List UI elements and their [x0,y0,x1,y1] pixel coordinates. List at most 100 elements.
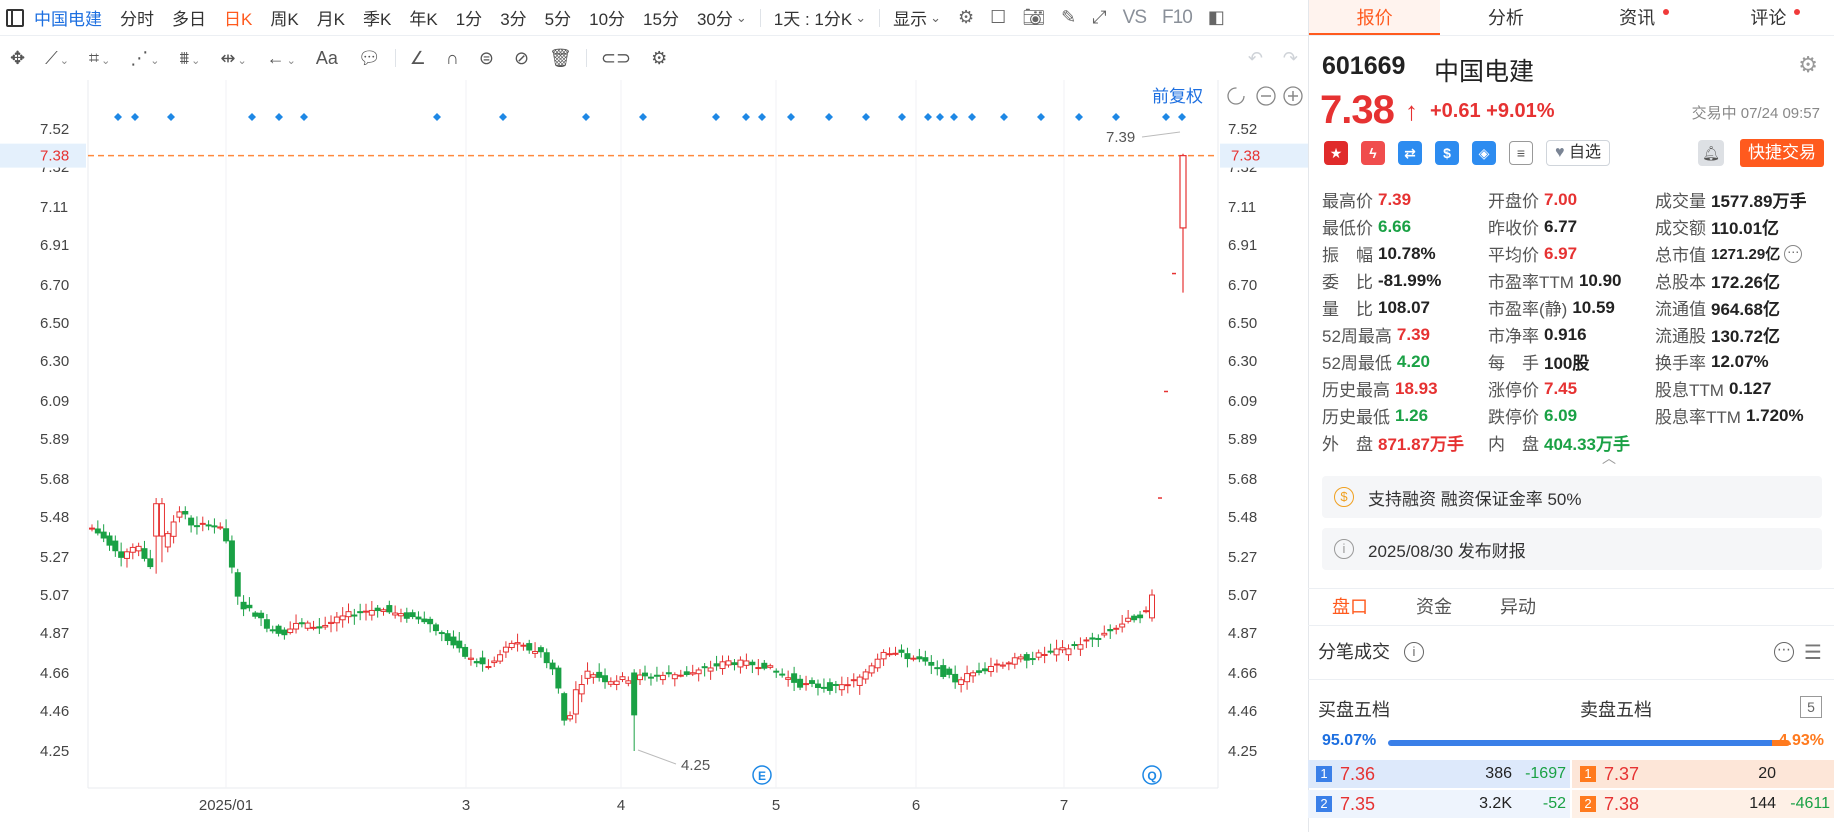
earnings-notice[interactable]: i 2025/08/30 发布财报 [1322,528,1822,570]
magnet-tool-icon[interactable]: ∩ [436,48,469,69]
period-tab-monthly[interactable]: 月K [308,5,354,30]
event-diamond-marker[interactable] [300,113,308,121]
hide-tool-icon[interactable]: ⊘ [504,48,539,69]
event-diamond-marker[interactable] [1037,113,1045,121]
lightning-icon[interactable]: ϟ [1361,141,1385,165]
event-diamond-marker[interactable] [1075,113,1083,121]
period-tab-5min[interactable]: 5分 [536,5,580,30]
adjust-mode-button[interactable]: 前复权 [1152,87,1203,106]
china-flag-icon[interactable]: ★ [1324,141,1348,165]
tool-settings-icon[interactable]: ⚙ [641,48,677,69]
f10-button[interactable]: F10 [1154,7,1200,29]
event-diamond-marker[interactable] [1112,113,1120,121]
kline-chart-area[interactable]: 2025/01345677.527.527.327.327.117.116.91… [0,80,1308,832]
symbol-name[interactable]: 中国电建 [32,5,111,30]
event-diamond-marker[interactable] [131,113,139,121]
event-diamond-marker[interactable] [787,113,795,121]
period-tab-10min[interactable]: 10分 [580,5,634,30]
more-icon[interactable]: ⋯ [1784,244,1803,263]
event-diamond-marker[interactable] [742,113,750,121]
text-tool-icon[interactable]: Aa [306,48,348,69]
tab-news[interactable]: 资讯 [1572,0,1703,35]
info-icon[interactable]: i [1404,642,1424,662]
event-diamond-marker[interactable] [582,113,590,121]
period-tab-3min[interactable]: 3分 [491,5,535,30]
period-tab-15min[interactable]: 15分 [634,5,688,30]
depth-selector[interactable]: 5 [1800,696,1822,718]
pencil-icon[interactable]: ✎ [1053,7,1084,28]
event-diamond-marker[interactable] [898,113,906,121]
subtab-handicap[interactable]: 盘口 [1308,589,1392,625]
bid-level[interactable]: 2 7.35 3.2K -52 [1308,790,1570,818]
fullscreen-icon[interactable]: ⤢ [1084,7,1114,28]
quick-trade-button[interactable]: 快捷交易 [1740,139,1824,167]
kline-chart[interactable]: 2025/01345677.527.527.327.327.117.116.91… [0,80,1308,832]
tab-quote[interactable]: 报价 [1309,0,1441,35]
period-tab-daily[interactable]: 日K [215,5,261,30]
event-diamond-marker[interactable] [758,113,766,121]
period-tab-fenshi[interactable]: 分时 [111,5,163,30]
event-diamond-marker[interactable] [499,113,507,121]
arrow-tool-icon[interactable]: ← [257,48,306,69]
undo-icon[interactable]: ↶ [1238,48,1273,69]
event-diamond-marker[interactable] [924,113,932,121]
margin-notice[interactable]: $ 支持融资 融资保证金率 50% [1322,476,1822,518]
fib-tool-icon[interactable]: ⩩ [170,48,211,69]
tick-trades-list[interactable] [1308,672,1834,680]
event-diamond-marker[interactable] [950,113,958,121]
multi-chart-dropdown[interactable]: 1天 : 1分K [765,5,875,30]
event-diamond-marker[interactable] [968,113,976,121]
camera-icon[interactable]: 📷︎ [1014,7,1053,28]
event-diamond-marker[interactable] [433,113,441,121]
move-tool-icon[interactable]: ✥ [0,48,35,69]
tag-icon[interactable]: ◈ [1472,141,1496,165]
event-diamond-marker[interactable] [1178,113,1186,121]
orderbook-row[interactable]: 1 7.36 386 -1697 1 7.37 20 [1308,760,1834,788]
bid-level[interactable]: 1 7.36 386 -1697 [1308,760,1570,788]
period-tab-weekly[interactable]: 周K [261,5,307,30]
polyline-tool-icon[interactable]: ⌗ [79,48,120,69]
add-watchlist-button[interactable]: ♥ 自选 [1546,140,1610,166]
event-diamond-marker[interactable] [936,113,944,121]
event-diamond-marker[interactable] [248,113,256,121]
wave-tool-icon[interactable]: ⋰ [120,48,169,69]
line-tool-icon[interactable]: ⟋ [35,48,79,69]
lock-tool-icon[interactable]: ⊜ [469,48,504,69]
tab-comments[interactable]: 评论 [1703,0,1834,35]
alert-bell-icon[interactable]: 🔔︎ [1698,140,1724,166]
comment-tool-icon[interactable]: 💬︎ [348,48,391,69]
panel-settings-gear-icon[interactable]: ⚙ [1798,52,1818,78]
tab-analysis[interactable]: 分析 [1440,0,1571,35]
reset-icon[interactable] [1227,87,1245,105]
event-diamond-marker[interactable] [114,113,122,121]
event-diamond-marker[interactable] [712,113,720,121]
ask-level[interactable]: 2 7.38 144 -4611 [1572,790,1834,818]
event-diamond-marker[interactable] [1000,113,1008,121]
compare-vs-button[interactable]: VS [1115,7,1154,29]
period-tab-quarterly[interactable]: 季K [354,5,400,30]
list-view-icon[interactable]: ☰ [1804,640,1822,665]
period-tab-yearly[interactable]: 年K [400,5,446,30]
event-diamond-marker[interactable] [862,113,870,121]
display-dropdown[interactable]: 显示 [884,5,950,30]
collapse-chevron-icon[interactable]: ︿ [1602,448,1616,468]
trash-tool-icon[interactable]: 🗑︎ [539,48,582,69]
period-tab-30min[interactable]: 30分 [688,5,756,30]
event-diamond-marker[interactable] [167,113,175,121]
shuffle-icon[interactable]: ⇄ [1398,141,1422,165]
more-options-icon[interactable]: ⋯ [1774,642,1794,662]
window-layout-icon[interactable]: ☐ [982,7,1014,28]
notes-icon[interactable]: ≡ [1509,141,1533,165]
orderbook-row[interactable]: 2 7.35 3.2K -52 2 7.38 144 -4611 [1308,790,1834,818]
link-tool-icon[interactable]: ⊂⊃ [591,48,641,69]
measure-tool-icon[interactable]: ⇹ [210,48,256,69]
ruler-tool-icon[interactable]: ∠ [400,48,436,69]
period-tab-multiday[interactable]: 多日 [163,5,215,30]
subtab-anomaly[interactable]: 异动 [1476,589,1560,625]
event-diamond-marker[interactable] [1162,113,1170,121]
panel-toggle-icon[interactable]: ◧ [1200,7,1233,28]
event-diamond-marker[interactable] [639,113,647,121]
event-diamond-marker[interactable] [275,113,283,121]
sidebar-toggle-icon[interactable] [6,8,24,27]
dollar-icon[interactable]: $ [1435,141,1459,165]
